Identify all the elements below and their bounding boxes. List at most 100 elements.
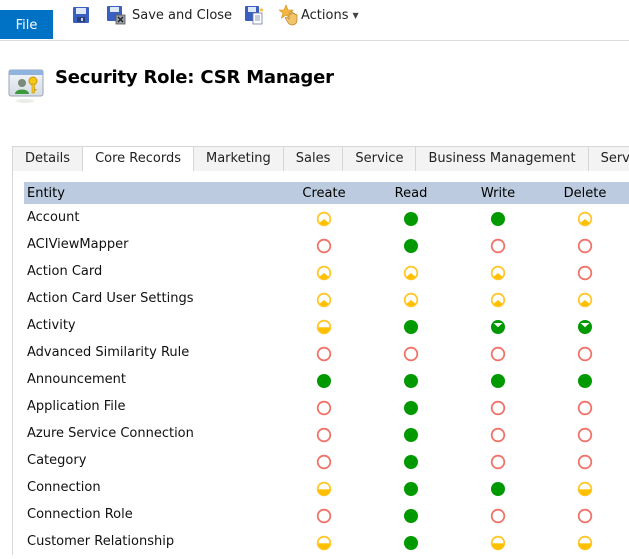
write-privilege-access-none-icon[interactable]: [490, 238, 506, 254]
table-row: Action Card User Settings: [24, 289, 629, 316]
delete-privilege-access-none-icon[interactable]: [577, 346, 593, 362]
delete-privilege-access-none-icon[interactable]: [577, 265, 593, 281]
chevron-down-icon: ▼: [352, 10, 359, 20]
read-privilege-access-user-icon[interactable]: [403, 265, 419, 281]
entity-name: Action Card: [27, 264, 103, 279]
delete-privilege-access-none-icon[interactable]: [577, 238, 593, 254]
column-header-entity: Entity: [27, 186, 65, 201]
entity-name: ACIViewMapper: [27, 237, 129, 252]
entity-name: Category: [27, 453, 87, 468]
read-privilege-access-organization-icon[interactable]: [403, 238, 419, 254]
delete-privilege-access-none-icon[interactable]: [577, 508, 593, 524]
delete-privilege-access-user-icon[interactable]: [577, 292, 593, 308]
read-privilege-access-organization-icon[interactable]: [403, 535, 419, 551]
table-row: Azure Service Connection: [24, 424, 629, 451]
write-privilege-access-none-icon[interactable]: [490, 454, 506, 470]
create-privilege-access-user-icon[interactable]: [316, 211, 332, 227]
entity-name: Connection Role: [27, 507, 133, 522]
create-privilege-access-none-icon[interactable]: [316, 346, 332, 362]
write-privilege-access-organization-icon[interactable]: [490, 481, 506, 497]
create-privilege-access-none-icon[interactable]: [316, 454, 332, 470]
entity-name: Advanced Similarity Rule: [27, 345, 190, 360]
delete-privilege-access-business-unit-icon[interactable]: [577, 535, 593, 551]
ribbon-toolbar: File Save and Close Actions ▼: [0, 0, 629, 41]
actions-button[interactable]: Actions ▼: [279, 4, 359, 26]
delete-privilege-access-none-icon[interactable]: [577, 427, 593, 443]
delete-privilege-access-none-icon[interactable]: [577, 400, 593, 416]
entity-name: Application File: [27, 399, 126, 414]
read-privilege-access-organization-icon[interactable]: [403, 454, 419, 470]
content-frame-border: [12, 171, 13, 555]
table-row: ACIViewMapper: [24, 235, 629, 262]
entity-name: Azure Service Connection: [27, 426, 194, 441]
table-row: Action Card: [24, 262, 629, 289]
column-header-create: Create: [302, 186, 346, 201]
write-privilege-access-business-unit-icon[interactable]: [490, 535, 506, 551]
file-button[interactable]: File: [0, 10, 53, 39]
read-privilege-access-organization-icon[interactable]: [403, 400, 419, 416]
create-privilege-access-user-icon[interactable]: [316, 292, 332, 308]
save-as-icon: [244, 5, 264, 25]
entity-name: Customer Relationship: [27, 534, 175, 549]
tab-core-records[interactable]: Core Records: [83, 147, 194, 171]
write-privilege-access-organization-icon[interactable]: [490, 211, 506, 227]
write-privilege-access-none-icon[interactable]: [490, 427, 506, 443]
create-privilege-access-user-icon[interactable]: [316, 265, 332, 281]
tab-details[interactable]: Details: [12, 147, 84, 171]
write-privilege-access-none-icon[interactable]: [490, 400, 506, 416]
entity-name: Announcement: [27, 372, 126, 387]
read-privilege-access-none-icon[interactable]: [403, 346, 419, 362]
write-privilege-access-none-icon[interactable]: [490, 508, 506, 524]
write-privilege-access-organization-icon[interactable]: [490, 373, 506, 389]
delete-privilege-access-none-icon[interactable]: [577, 454, 593, 470]
delete-privilege-access-organization-icon[interactable]: [577, 373, 593, 389]
read-privilege-access-organization-icon[interactable]: [403, 211, 419, 227]
read-privilege-access-organization-icon[interactable]: [403, 319, 419, 335]
page-title: Security Role: CSR Manager: [55, 67, 334, 88]
column-header-write: Write: [480, 186, 516, 201]
read-privilege-access-organization-icon[interactable]: [403, 481, 419, 497]
delete-privilege-access-user-icon[interactable]: [577, 211, 593, 227]
write-privilege-access-user-icon[interactable]: [490, 265, 506, 281]
tab-service[interactable]: Service: [343, 147, 417, 171]
delete-privilege-access-business-unit-icon[interactable]: [577, 481, 593, 497]
create-privilege-access-none-icon[interactable]: [316, 508, 332, 524]
table-row: Connection: [24, 478, 629, 505]
table-row: Category: [24, 451, 629, 478]
tab-strip: Details Core Records Marketing Sales Ser…: [12, 146, 629, 172]
save-and-close-button[interactable]: Save and Close: [106, 4, 232, 26]
table-row: Account: [24, 208, 629, 235]
save-icon: [72, 6, 90, 24]
security-role-icon: [8, 68, 46, 108]
read-privilege-access-organization-icon[interactable]: [403, 508, 419, 524]
write-privilege-access-user-icon[interactable]: [490, 292, 506, 308]
save-as-button[interactable]: [244, 4, 264, 26]
tab-marketing[interactable]: Marketing: [194, 147, 284, 171]
entity-name: Connection: [27, 480, 101, 495]
create-privilege-access-business-unit-icon[interactable]: [316, 535, 332, 551]
create-privilege-access-business-unit-icon[interactable]: [316, 481, 332, 497]
delete-privilege-access-parent-child-icon[interactable]: [577, 319, 593, 335]
privilege-grid-header: Entity Create Read Write Delete: [24, 182, 629, 204]
column-header-read: Read: [394, 186, 428, 201]
tab-sales[interactable]: Sales: [283, 147, 344, 171]
create-privilege-access-none-icon[interactable]: [316, 238, 332, 254]
read-privilege-access-user-icon[interactable]: [403, 292, 419, 308]
table-row: Advanced Similarity Rule: [24, 343, 629, 370]
write-privilege-access-parent-child-icon[interactable]: [490, 319, 506, 335]
save-and-close-label: Save and Close: [132, 7, 233, 23]
save-button[interactable]: [72, 4, 90, 26]
write-privilege-access-none-icon[interactable]: [490, 346, 506, 362]
actions-label: Actions: [301, 7, 349, 23]
read-privilege-access-organization-icon[interactable]: [403, 373, 419, 389]
create-privilege-access-business-unit-icon[interactable]: [316, 319, 332, 335]
create-privilege-access-none-icon[interactable]: [316, 427, 332, 443]
table-row: Activity: [24, 316, 629, 343]
save-and-close-icon: [106, 5, 126, 25]
tab-service-management[interactable]: Service: [588, 147, 629, 171]
create-privilege-access-organization-icon[interactable]: [316, 373, 332, 389]
entity-name: Action Card User Settings: [27, 291, 194, 306]
read-privilege-access-organization-icon[interactable]: [403, 427, 419, 443]
tab-business-management[interactable]: Business Management: [416, 147, 589, 171]
create-privilege-access-none-icon[interactable]: [316, 400, 332, 416]
